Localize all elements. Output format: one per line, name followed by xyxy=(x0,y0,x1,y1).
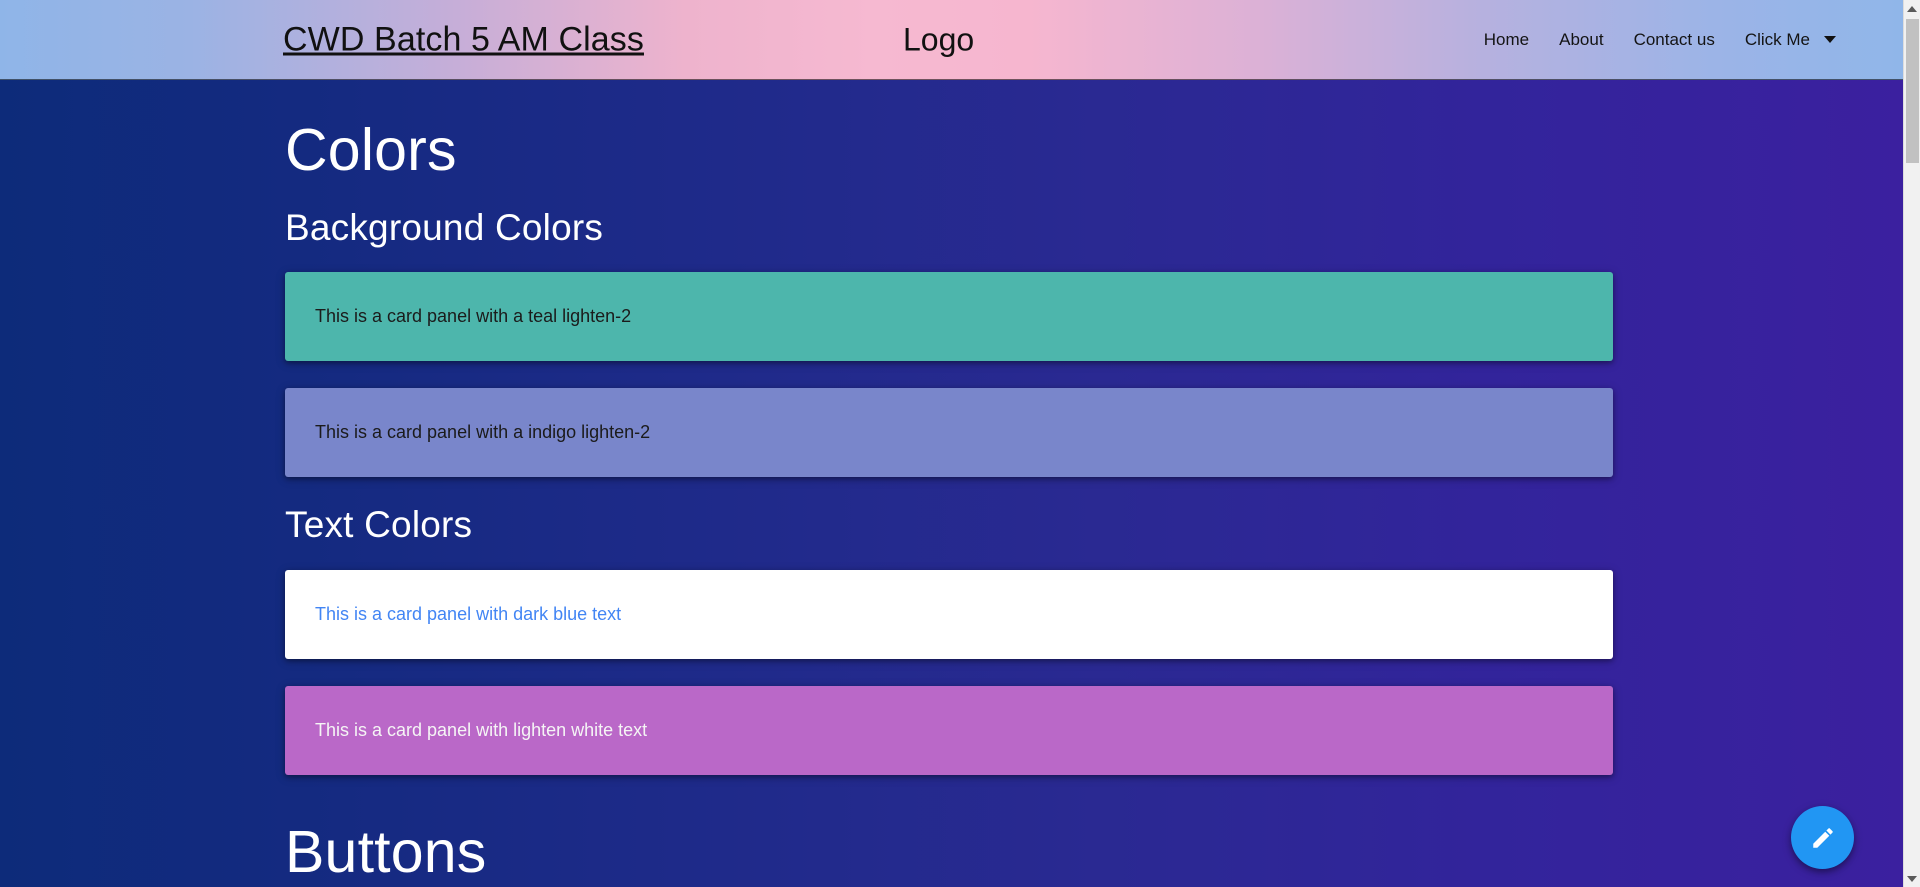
nav-link-contact-us[interactable]: Contact us xyxy=(1619,20,1730,60)
scroll-up-arrow-icon xyxy=(1907,5,1917,12)
chevron-down-icon xyxy=(1824,36,1836,43)
scrollbar-thumb[interactable] xyxy=(1906,19,1919,163)
vertical-scrollbar[interactable] xyxy=(1903,0,1920,887)
card-panel-teal-text: This is a card panel with a teal lighten… xyxy=(315,306,632,327)
browser-viewport: CWD Batch 5 AM Class Logo Home About Con… xyxy=(0,0,1920,887)
navbar-logo-text: Logo xyxy=(903,21,975,57)
scroll-down-arrow-icon xyxy=(1907,875,1917,882)
card-panel-white: This is a card panel with dark blue text xyxy=(285,569,1613,659)
scroll-down-button[interactable] xyxy=(1904,870,1920,887)
nav-item-contact-us[interactable]: Contact us xyxy=(1619,20,1730,60)
section-heading-text-colors: Text Colors xyxy=(285,504,473,546)
page-title: Colors xyxy=(285,117,457,183)
section-heading-background-colors: Background Colors xyxy=(285,206,604,248)
scroll-up-button[interactable] xyxy=(1904,0,1920,17)
pencil-edit-icon xyxy=(1812,827,1833,848)
nav-item-about[interactable]: About xyxy=(1544,20,1618,60)
main-container: Colors Background Colors This is a card … xyxy=(285,80,1613,885)
navbar-brand[interactable]: CWD Batch 5 AM Class xyxy=(283,20,644,59)
card-panel-white-text: This is a card panel with dark blue text xyxy=(315,603,622,624)
navbar-links: Home About Contact us Click Me xyxy=(1469,20,1851,60)
card-panel-indigo: This is a card panel with a indigo light… xyxy=(285,388,1613,478)
nav-dropdown-click-me[interactable]: Click Me xyxy=(1730,20,1851,60)
nav-item-home[interactable]: Home xyxy=(1469,20,1544,60)
card-panel-purple-text: This is a card panel with lighten white … xyxy=(315,719,648,740)
card-panel-purple: This is a card panel with lighten white … xyxy=(285,685,1613,775)
nav-link-home[interactable]: Home xyxy=(1469,20,1544,60)
page-content: CWD Batch 5 AM Class Logo Home About Con… xyxy=(0,0,1903,887)
nav-dropdown-label: Click Me xyxy=(1744,29,1810,49)
section-heading-buttons: Buttons xyxy=(285,818,487,885)
top-navbar: CWD Batch 5 AM Class Logo Home About Con… xyxy=(0,0,1903,80)
card-panel-teal: This is a card panel with a teal lighten… xyxy=(285,272,1613,362)
nav-item-click-me[interactable]: Click Me xyxy=(1730,20,1851,60)
card-panel-indigo-text: This is a card panel with a indigo light… xyxy=(315,422,651,443)
nav-link-about[interactable]: About xyxy=(1544,20,1618,60)
floating-action-edit-button[interactable] xyxy=(1791,806,1854,869)
